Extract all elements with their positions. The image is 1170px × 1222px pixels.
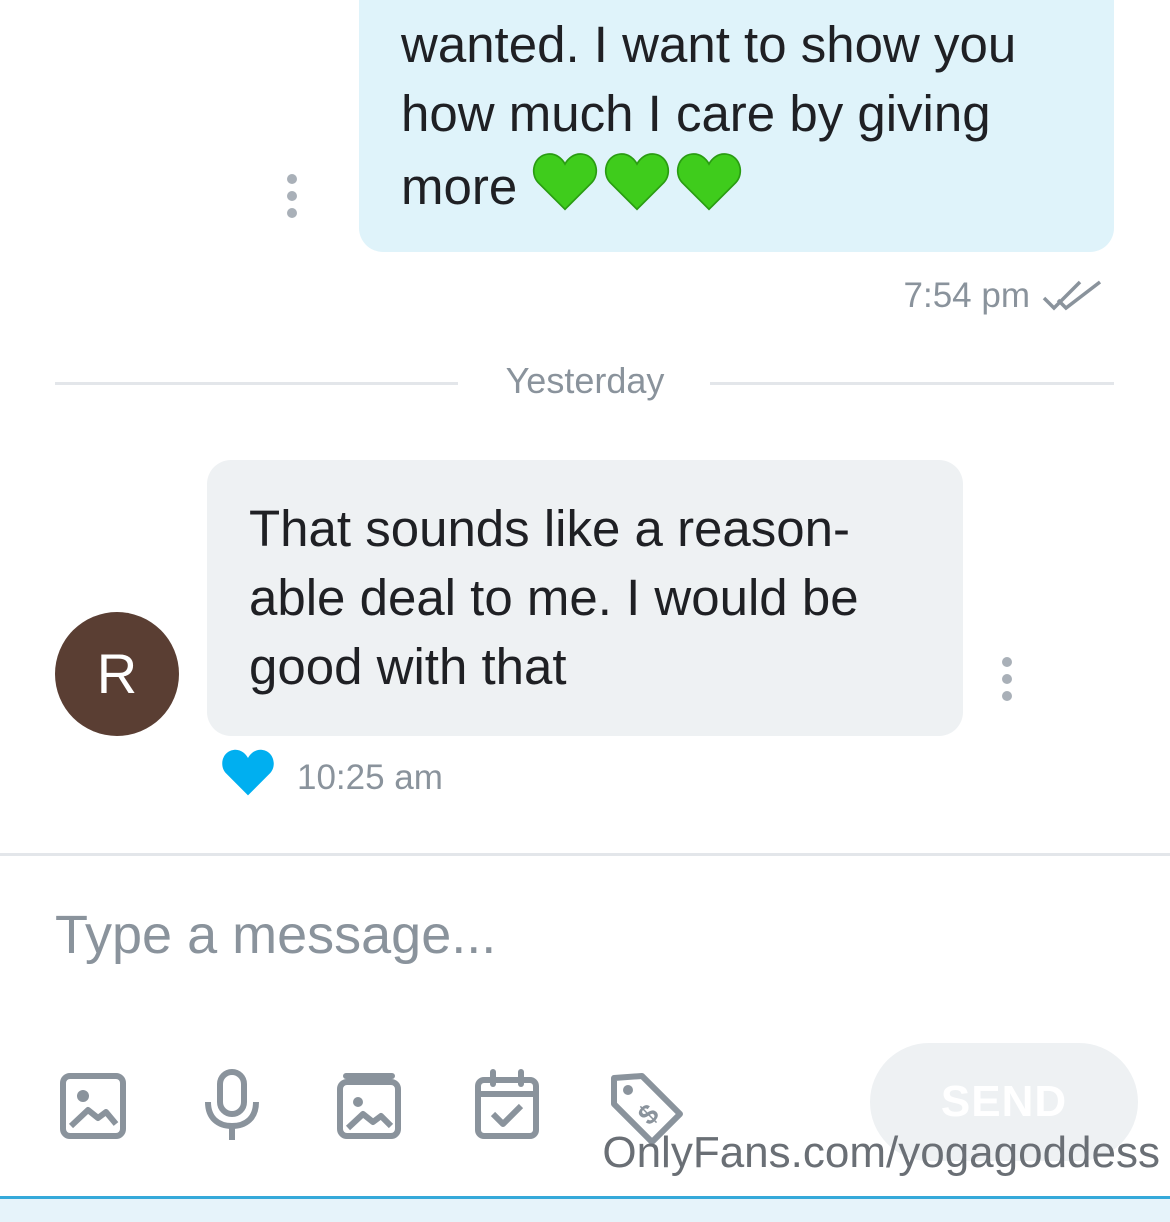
watermark: OnlyFans.com/yogagoddess (602, 1128, 1160, 1177)
outgoing-message-time: 7:54 pm (903, 276, 1030, 315)
green-heart-icon (677, 153, 742, 211)
incoming-message-time: 10:25 am (297, 758, 443, 797)
incoming-message-text: That sounds like a reason-able deal to m… (249, 500, 859, 695)
green-heart-icon (533, 153, 598, 211)
outgoing-message-bubble: wanted. I want to show you how much I ca… (359, 0, 1114, 252)
green-hearts-emoji (531, 148, 747, 231)
blue-heart-icon[interactable] (220, 746, 276, 798)
date-divider-label: Yesterday (505, 360, 665, 401)
calendar-check-icon[interactable] (469, 1068, 545, 1144)
avatar[interactable]: R (55, 612, 179, 736)
date-divider-line-right (710, 382, 1114, 385)
bottom-bar (0, 1196, 1170, 1222)
composer-divider (0, 853, 1170, 856)
incoming-message-menu-button[interactable] (1002, 657, 1014, 708)
outgoing-message-menu-button[interactable] (287, 174, 299, 225)
double-check-icon (1042, 280, 1102, 311)
image-icon[interactable] (56, 1068, 132, 1144)
date-divider-line-left (55, 382, 458, 385)
message-input[interactable] (55, 890, 1115, 980)
microphone-icon[interactable] (194, 1068, 270, 1144)
incoming-message-bubble: That sounds like a reason-able deal to m… (207, 460, 963, 736)
green-heart-icon (605, 153, 670, 211)
outgoing-message-text: wanted. I want to show you how much I ca… (401, 10, 1091, 231)
gallery-icon[interactable] (331, 1068, 407, 1144)
